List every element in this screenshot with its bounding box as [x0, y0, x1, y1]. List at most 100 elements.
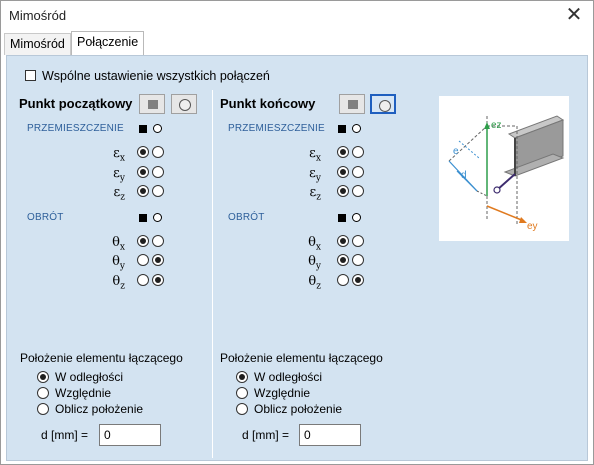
- end-point-header: Punkt końcowy: [220, 96, 316, 111]
- end-ty-free-radio[interactable]: [352, 254, 364, 266]
- option-label: Względnie: [55, 386, 112, 400]
- dialog-window: Mimośród ✕ Mimośród Połączenie Wspólne u…: [0, 0, 594, 465]
- start-option-relative[interactable]: Względnie: [37, 386, 111, 400]
- option-label: W odległości: [55, 370, 124, 384]
- fixed-square-icon: [139, 214, 147, 222]
- common-setting[interactable]: Wspólne ustawienie wszystkich połączeń: [25, 69, 270, 83]
- start-option-calc-radio[interactable]: [37, 403, 49, 415]
- start-option-relative-radio[interactable]: [37, 387, 49, 399]
- start-displacement-label: PRZEMIESZCZENIE: [27, 123, 124, 134]
- end-option-relative-radio[interactable]: [236, 387, 248, 399]
- start-ex-fixed-radio[interactable]: [137, 146, 149, 158]
- end-tz-free-radio[interactable]: [352, 274, 364, 286]
- end-tz-label: θz: [308, 274, 321, 292]
- fixed-square-icon: [139, 125, 147, 133]
- window-title: Mimośród: [9, 8, 67, 23]
- start-ey-label: εy: [113, 166, 125, 184]
- tab-label: Połączenie: [77, 35, 139, 49]
- end-ez-fixed-radio[interactable]: [337, 185, 349, 197]
- guide-line: [476, 190, 488, 197]
- start-point-header: Punkt początkowy: [19, 96, 133, 111]
- end-ex-fixed-radio[interactable]: [337, 146, 349, 158]
- fixed-square-icon: [148, 100, 158, 109]
- title-bar: Mimośród ✕: [1, 1, 593, 31]
- end-d-label: d [mm] =: [242, 428, 290, 442]
- start-ez-free-radio[interactable]: [152, 185, 164, 197]
- fixed-square-icon: [338, 125, 346, 133]
- hinge-circle-icon: [153, 124, 162, 133]
- end-ey-free-radio[interactable]: [352, 166, 364, 178]
- hinge-circle-icon: [179, 99, 191, 111]
- common-setting-label: Wspólne ustawienie wszystkich połączeń: [42, 69, 270, 83]
- hinge-circle-icon: [352, 124, 361, 133]
- end-ez-free-radio[interactable]: [352, 185, 364, 197]
- column-divider: [212, 90, 213, 458]
- tab-mimosrod[interactable]: Mimośród: [4, 33, 71, 55]
- end-tx-free-radio[interactable]: [352, 235, 364, 247]
- end-ex-label: εx: [309, 146, 321, 164]
- fixed-square-icon: [338, 214, 346, 222]
- end-hinged-button[interactable]: [370, 94, 396, 114]
- start-ez-fixed-radio[interactable]: [137, 185, 149, 197]
- end-displacement-label: PRZEMIESZCZENIE: [228, 123, 325, 134]
- hinge-circle-icon: [153, 213, 162, 222]
- end-tz-fixed-radio[interactable]: [337, 274, 349, 286]
- ey-arrow: [519, 217, 527, 223]
- common-setting-checkbox[interactable]: [25, 70, 36, 81]
- end-option-calc-radio[interactable]: [236, 403, 248, 415]
- start-tx-free-radio[interactable]: [152, 235, 164, 247]
- end-position-label: Położenie elementu łączącego: [220, 351, 383, 365]
- connector-line: [496, 173, 516, 191]
- end-ey-fixed-radio[interactable]: [337, 166, 349, 178]
- start-tz-fixed-radio[interactable]: [137, 274, 149, 286]
- end-option-distance-radio[interactable]: [236, 371, 248, 383]
- ez-label: ez: [491, 120, 502, 131]
- start-hinged-button[interactable]: [171, 94, 197, 114]
- start-rotation-label: OBRÓT: [27, 212, 64, 223]
- end-fixed-button[interactable]: [339, 94, 365, 114]
- start-option-distance-radio[interactable]: [37, 371, 49, 383]
- end-d-input[interactable]: [299, 424, 361, 446]
- tab-polaczenie[interactable]: Połączenie: [71, 31, 145, 55]
- beam-diagram-svg: e d ez ey: [448, 115, 565, 232]
- start-tx-fixed-radio[interactable]: [137, 235, 149, 247]
- start-d-input[interactable]: [99, 424, 161, 446]
- end-option-distance[interactable]: W odległości: [236, 370, 322, 384]
- start-ty-label: θy: [112, 254, 125, 272]
- end-ex-free-radio[interactable]: [352, 146, 364, 158]
- eccentricity-diagram: e d ez ey: [439, 96, 569, 241]
- end-option-calc[interactable]: Oblicz położenie: [236, 402, 342, 416]
- end-rotation-label: OBRÓT: [228, 212, 265, 223]
- end-option-relative[interactable]: Względnie: [236, 386, 310, 400]
- close-icon[interactable]: ✕: [563, 5, 585, 27]
- end-tx-fixed-radio[interactable]: [337, 235, 349, 247]
- start-option-distance[interactable]: W odległości: [37, 370, 123, 384]
- end-ez-label: εz: [309, 185, 322, 203]
- hinge-circle-icon: [352, 213, 361, 222]
- start-ex-free-radio[interactable]: [152, 146, 164, 158]
- start-tx-label: θx: [112, 235, 125, 253]
- end-ey-label: εy: [309, 166, 321, 184]
- start-ty-fixed-radio[interactable]: [137, 254, 149, 266]
- start-position-label: Położenie elementu łączącego: [20, 351, 183, 365]
- ey-axis: [486, 205, 525, 222]
- start-option-calc[interactable]: Oblicz położenie: [37, 402, 143, 416]
- start-tz-free-radio[interactable]: [152, 274, 164, 286]
- option-label: W odległości: [254, 370, 323, 384]
- start-fixed-button[interactable]: [139, 94, 165, 114]
- fixed-square-icon: [348, 100, 358, 109]
- start-tz-label: θz: [112, 274, 125, 292]
- start-ey-fixed-radio[interactable]: [137, 166, 149, 178]
- connection-panel: Wspólne ustawienie wszystkich połączeń P…: [6, 55, 588, 461]
- end-tx-label: θx: [308, 235, 321, 253]
- hinge-circle-icon: [379, 100, 391, 112]
- end-ty-label: θy: [308, 254, 321, 272]
- option-label: Oblicz położenie: [254, 402, 343, 416]
- start-ey-free-radio[interactable]: [152, 166, 164, 178]
- e-label: e: [453, 146, 459, 157]
- end-ty-fixed-radio[interactable]: [337, 254, 349, 266]
- start-ty-free-radio[interactable]: [152, 254, 164, 266]
- d-dimension-line: [456, 170, 478, 192]
- ey-label: ey: [527, 221, 538, 232]
- hinge-point: [493, 186, 501, 194]
